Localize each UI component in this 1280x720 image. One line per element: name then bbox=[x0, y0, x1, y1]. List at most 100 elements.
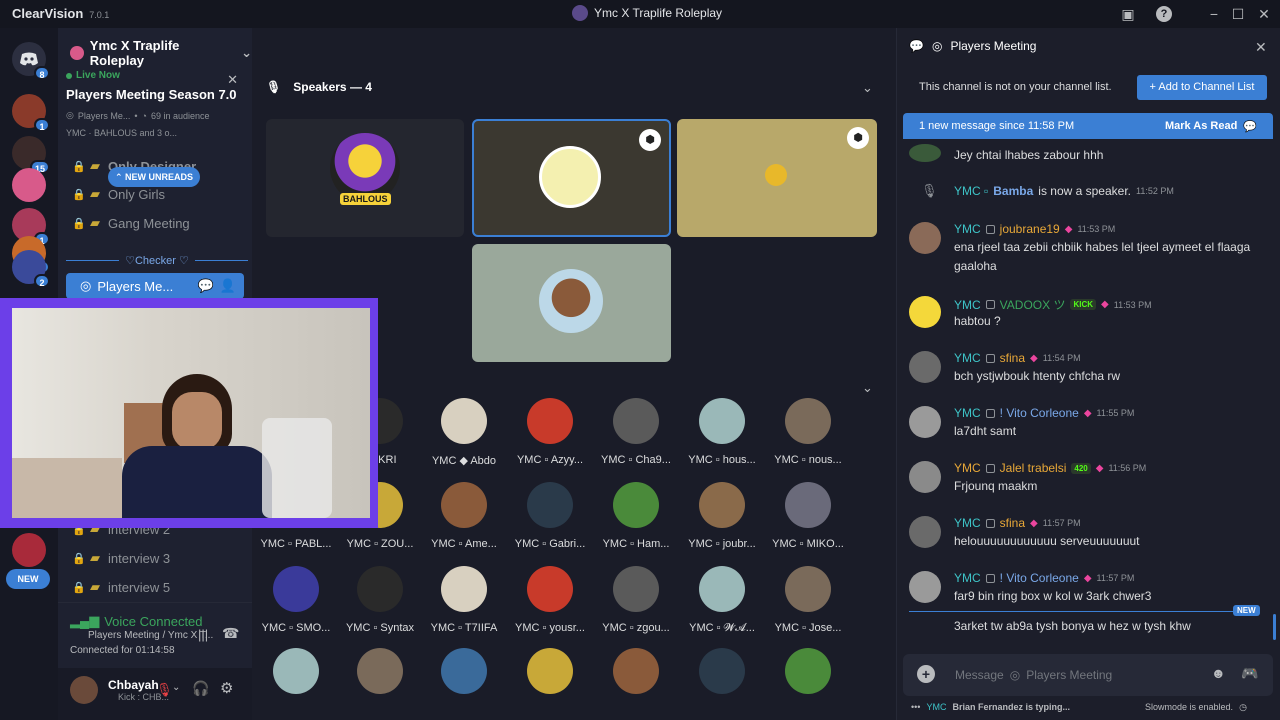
audience-member[interactable] bbox=[594, 648, 678, 694]
settings-gear-icon[interactable]: ⚙ bbox=[220, 679, 233, 697]
audience-member[interactable]: YMC ▫ Gabri... bbox=[508, 482, 592, 550]
add-member-icon[interactable]: 👤 bbox=[220, 278, 236, 294]
avatar[interactable] bbox=[909, 406, 941, 438]
discord-home-icon[interactable]: 8 bbox=[12, 42, 50, 80]
minimize-icon[interactable]: − bbox=[1206, 6, 1222, 22]
audience-member[interactable]: YMC ▫ 𝓦𝓐... bbox=[680, 566, 764, 635]
audience-member[interactable]: YMC ▫ hous... bbox=[680, 398, 764, 466]
voice-icon: ▰ bbox=[90, 550, 100, 565]
server-icon[interactable] bbox=[12, 533, 46, 567]
audience-member-name: YMC ◆ Abdo bbox=[431, 455, 497, 467]
soundboard-icon[interactable]: ||| bbox=[198, 627, 208, 642]
close-icon[interactable]: ✕ bbox=[227, 72, 238, 88]
maximize-icon[interactable]: ☐ bbox=[1230, 6, 1246, 22]
category-header[interactable]: ♡Checker ♡ bbox=[66, 254, 248, 267]
speaker-tile[interactable]: ⬢ bbox=[677, 119, 877, 237]
chat-panel: 💬 ◎ Players Meeting ✕ This channel is no… bbox=[896, 28, 1280, 720]
help-icon[interactable]: ? bbox=[1156, 6, 1172, 22]
server-icon[interactable]: 1 bbox=[12, 94, 50, 132]
voice-channel-label[interactable]: Players Meeting / Ymc X T... bbox=[88, 630, 213, 641]
channel-item[interactable]: 🔒 ▰ interview 5 bbox=[72, 579, 170, 595]
microphone-icon: 🎙 bbox=[266, 80, 282, 94]
chevron-down-icon[interactable]: ⌄ bbox=[862, 380, 873, 396]
speaker-tile[interactable] bbox=[472, 244, 671, 362]
avatar[interactable] bbox=[909, 222, 941, 254]
avatar[interactable] bbox=[909, 351, 941, 383]
connected-timer: Connected for 01:14:58 bbox=[70, 645, 175, 656]
new-message-banner[interactable]: 1 new message since 11:58 PM Mark As Rea… bbox=[903, 113, 1273, 139]
audience-member[interactable]: YMC ▫ Jose... bbox=[766, 566, 850, 634]
avatar bbox=[539, 269, 603, 333]
lock-icon: 🔒 bbox=[72, 189, 86, 201]
live-event-card[interactable]: Live Now ✕ Players Meeting Season 7.0 ◎ … bbox=[66, 70, 246, 156]
speakers-header[interactable]: 🎙 Speakers — 4 bbox=[266, 80, 372, 94]
channel-item[interactable]: 🔒 ▰ Only Girls bbox=[72, 186, 165, 202]
server-icon[interactable]: 2 bbox=[12, 250, 50, 288]
audience-member[interactable] bbox=[254, 648, 338, 694]
avatar[interactable] bbox=[909, 516, 941, 548]
user-name: Chbayah bbox=[108, 678, 159, 692]
chevron-down-icon[interactable]: ⌄ bbox=[862, 80, 873, 96]
live-now-label: Live Now bbox=[76, 70, 120, 81]
slowmode-text: Slowmode is enabled. ◷ bbox=[1145, 702, 1247, 712]
new-pill[interactable]: NEW bbox=[6, 569, 50, 589]
inbox-icon[interactable]: ▣ bbox=[1120, 6, 1136, 22]
server-icon[interactable]: 15 bbox=[12, 136, 50, 174]
channel-item[interactable]: 🔒 ▰ interview 3 bbox=[72, 550, 170, 566]
chat-icon[interactable]: 💬 bbox=[198, 278, 214, 294]
audience-member[interactable]: YMC ▫ Syntax bbox=[338, 566, 422, 634]
mic-muted-icon[interactable]: 🎙 bbox=[156, 682, 173, 698]
audience-member[interactable] bbox=[422, 648, 506, 694]
avatar[interactable] bbox=[909, 144, 941, 162]
audience-member[interactable] bbox=[680, 648, 764, 694]
audience-member[interactable]: YMC ▫ nous... bbox=[766, 398, 850, 466]
audience-member[interactable]: YMC ▫ Azyy... bbox=[508, 398, 592, 466]
speaker-tile[interactable]: ⬢ bbox=[472, 119, 671, 237]
server-header[interactable]: Ymc X Traplife Roleplay ⌄ bbox=[70, 38, 252, 68]
audience-member[interactable] bbox=[508, 648, 592, 694]
avatar bbox=[539, 146, 601, 208]
audience-member[interactable]: YMC ▫ Cha9... bbox=[594, 398, 678, 466]
voice-connected-label[interactable]: Voice Connected bbox=[104, 614, 202, 629]
chevron-down-icon[interactable]: ⌄ bbox=[172, 682, 180, 693]
close-window-icon[interactable]: ✕ bbox=[1256, 6, 1272, 22]
speaker-tile[interactable]: BAHLOUS bbox=[266, 119, 464, 237]
audience-member[interactable] bbox=[338, 648, 422, 694]
audience-member[interactable]: YMC ▫ SMO... bbox=[254, 566, 338, 634]
audience-member[interactable]: YMC ▫ MIKO... bbox=[766, 482, 850, 550]
disconnect-icon[interactable]: ☎ bbox=[222, 625, 239, 642]
avatar bbox=[785, 648, 831, 694]
emoji-icon[interactable]: ☻ bbox=[1211, 665, 1226, 681]
avatar[interactable] bbox=[909, 461, 941, 493]
close-icon[interactable]: ✕ bbox=[1255, 39, 1267, 56]
audience-member[interactable]: YMC ▫ T7IIFA bbox=[422, 566, 506, 634]
server-icon[interactable] bbox=[12, 168, 46, 202]
scrollbar[interactable] bbox=[1273, 614, 1276, 640]
mark-read-icon[interactable]: 💬 bbox=[1243, 120, 1257, 133]
not-on-list-text: This channel is not on your channel list… bbox=[919, 81, 1112, 93]
mark-as-read-button[interactable]: Mark As Read bbox=[1165, 120, 1237, 132]
audience-member[interactable]: YMC ▫ Ame... bbox=[422, 482, 506, 550]
message-input[interactable]: + Message ◎ Players Meeting ☻ 🎮 bbox=[903, 654, 1273, 696]
active-channel[interactable]: ◎ Players Me... 💬 👤 bbox=[66, 273, 244, 299]
audience-member[interactable]: YMC ◆ Abdo bbox=[422, 398, 506, 467]
avatar bbox=[613, 398, 659, 444]
audience-member[interactable]: YMC ▫ yousr... bbox=[508, 566, 592, 634]
channel-item[interactable]: 🔒 ▰ Gang Meeting bbox=[72, 215, 190, 231]
420-badge: 420 bbox=[1071, 462, 1091, 474]
gamepad-icon[interactable]: 🎮 bbox=[1241, 665, 1258, 682]
avatar[interactable] bbox=[70, 676, 98, 704]
headphones-icon[interactable]: 🎧 bbox=[192, 680, 209, 697]
new-unreads-pill[interactable]: ⌃ NEW UNREADS bbox=[108, 167, 200, 187]
audience-member[interactable] bbox=[766, 648, 850, 694]
signal-icon: ▂▄▆ bbox=[70, 613, 100, 628]
avatar[interactable] bbox=[909, 296, 941, 328]
add-to-channel-list-button[interactable]: + Add to Channel List bbox=[1137, 75, 1267, 100]
add-attachment-icon[interactable]: + bbox=[917, 665, 935, 683]
event-title: Players Meeting Season 7.0 bbox=[66, 87, 237, 102]
avatar[interactable] bbox=[909, 571, 941, 603]
audience-member[interactable]: YMC ▫ zgou... bbox=[594, 566, 678, 634]
audience-member[interactable]: YMC ▫ Ham... bbox=[594, 482, 678, 550]
audience-member[interactable]: YMC ▫ joubr... bbox=[680, 482, 764, 550]
voice-icon: ▰ bbox=[90, 579, 100, 594]
